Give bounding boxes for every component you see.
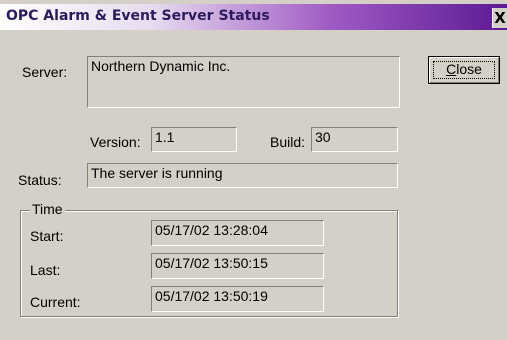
server-label: Server: <box>22 64 68 80</box>
close-button-mnemonic: C <box>446 61 457 77</box>
version-field: 1.1 <box>151 127 237 152</box>
close-button-label: Close <box>446 61 482 77</box>
close-button[interactable]: Close <box>428 56 500 84</box>
close-button-text: lose <box>456 61 482 77</box>
last-label: Last: <box>30 262 61 278</box>
status-label: Status: <box>18 172 62 188</box>
window-title: OPC Alarm & Event Server Status <box>6 8 270 24</box>
start-time-field: 05/17/02 13:28:04 <box>151 220 324 246</box>
build-field: 30 <box>311 127 398 152</box>
start-label: Start: <box>30 228 64 244</box>
status-dialog: OPC Alarm & Event Server Status X Server… <box>0 0 507 340</box>
build-label: Build: <box>270 134 306 150</box>
close-icon[interactable]: X <box>492 8 507 28</box>
title-bar[interactable]: OPC Alarm & Event Server Status X <box>0 4 507 30</box>
current-label: Current: <box>30 294 81 310</box>
server-field: Northern Dynamic Inc. <box>87 56 400 108</box>
current-time-field: 05/17/02 13:50:19 <box>151 286 324 312</box>
last-time-field: 05/17/02 13:50:15 <box>151 253 324 279</box>
version-label: Version: <box>90 134 141 150</box>
status-field: The server is running <box>87 163 398 188</box>
time-group-label: Time <box>30 201 65 217</box>
